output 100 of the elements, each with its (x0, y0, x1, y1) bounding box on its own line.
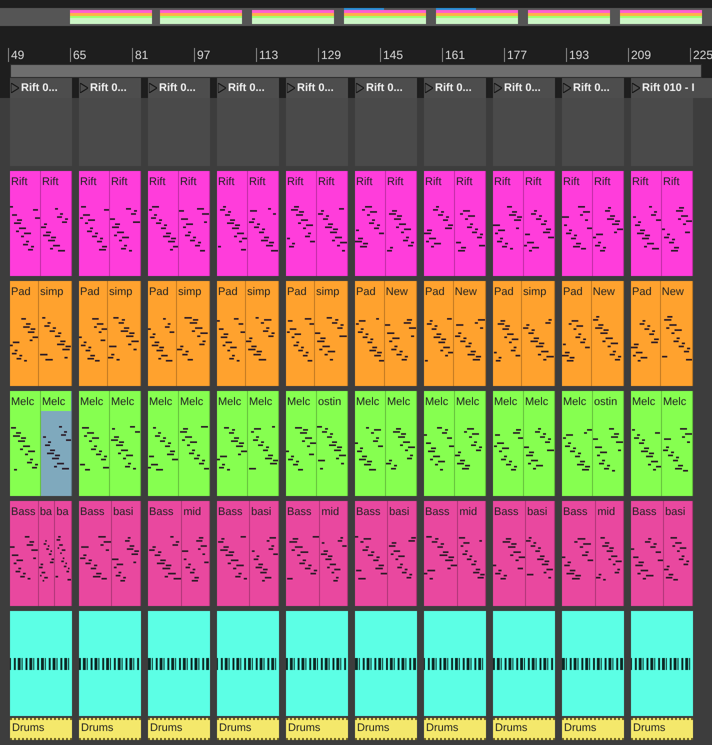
drum-clip[interactable] (217, 611, 279, 716)
midi-clip[interactable]: Bass (562, 501, 596, 606)
midi-clip[interactable]: simp (246, 281, 279, 386)
midi-clip[interactable]: Pad (286, 281, 316, 386)
midi-clip[interactable]: Bass (493, 501, 526, 606)
midi-clip[interactable]: basi (388, 501, 417, 606)
midi-clip[interactable]: Rift (386, 171, 417, 276)
drum-clip[interactable] (79, 611, 141, 716)
midi-clip[interactable]: Pad (355, 281, 385, 386)
midi-clip[interactable]: New (384, 281, 417, 386)
drum-clip-label[interactable]: Drums (286, 718, 348, 740)
midi-clip[interactable]: Melc (662, 391, 693, 496)
locator-marker[interactable]: Rift 0... (562, 78, 624, 98)
drum-clip-label[interactable]: Drums (562, 718, 624, 740)
locator-marker[interactable]: Rift 0... (10, 78, 72, 98)
midi-clip[interactable]: simp (522, 281, 555, 386)
drum-clip[interactable] (355, 611, 417, 716)
midi-clip[interactable]: Melc (217, 391, 248, 496)
midi-clip[interactable]: Bass (10, 501, 39, 606)
midi-clip[interactable]: Rift (631, 171, 662, 276)
locator-marker[interactable]: Rift 010 - I (631, 78, 712, 98)
midi-clip[interactable]: Rift (662, 171, 693, 276)
drum-clip-label[interactable]: Drums (217, 718, 279, 740)
midi-clip[interactable]: Melc (386, 391, 417, 496)
midi-clip[interactable]: simp (177, 281, 210, 386)
midi-clip[interactable]: Melc (286, 391, 317, 496)
midi-clip[interactable]: ba (55, 501, 72, 606)
midi-clip[interactable]: Rift (524, 171, 555, 276)
drum-clip[interactable] (10, 611, 72, 716)
locator-marker[interactable]: Rift 0... (355, 78, 417, 98)
midi-clip[interactable]: Rift (424, 171, 455, 276)
midi-clip[interactable]: Melc (562, 391, 593, 496)
midi-clip[interactable]: Rift (562, 171, 593, 276)
locator-marker[interactable]: Rift 0... (148, 78, 210, 98)
midi-clip[interactable]: Bass (631, 501, 664, 606)
midi-clip[interactable]: Bass (424, 501, 458, 606)
overview-drawing[interactable] (0, 8, 712, 26)
midi-clip[interactable]: Rift (317, 171, 348, 276)
midi-clip[interactable]: Melc (355, 391, 386, 496)
locator-marker[interactable]: Rift 0... (493, 78, 555, 98)
midi-clip[interactable]: Bass (148, 501, 182, 606)
midi-clip[interactable]: Melc (493, 391, 524, 496)
midi-clip[interactable]: Pad (631, 281, 661, 386)
midi-clip[interactable]: simp (315, 281, 348, 386)
midi-clip[interactable]: Pad (424, 281, 454, 386)
midi-clip[interactable]: simp (39, 281, 72, 386)
locator-marker[interactable]: Rift 0... (217, 78, 279, 98)
midi-clip[interactable]: Rift (79, 171, 110, 276)
midi-clip[interactable]: Rift (355, 171, 386, 276)
drum-clip-label[interactable]: Drums (631, 718, 693, 740)
midi-clip[interactable]: Bass (355, 501, 388, 606)
midi-clip[interactable]: Rift (593, 171, 624, 276)
midi-clip[interactable]: Melc (41, 391, 72, 496)
midi-clip[interactable]: mid (182, 501, 210, 606)
locator-marker[interactable]: Rift 0... (286, 78, 348, 98)
midi-clip[interactable]: New (592, 281, 624, 386)
midi-clip[interactable]: basi (250, 501, 279, 606)
loop-brace-bar[interactable] (10, 64, 702, 78)
locator-marker[interactable]: Rift 0... (424, 78, 486, 98)
midi-clip[interactable]: Melc (10, 391, 41, 496)
midi-clip[interactable]: simp (108, 281, 141, 386)
midi-clip[interactable]: Pad (493, 281, 522, 386)
midi-clip[interactable]: Melc (179, 391, 210, 496)
midi-clip[interactable]: Rift (41, 171, 72, 276)
midi-clip[interactable]: Pad (562, 281, 592, 386)
midi-clip[interactable]: New (454, 281, 486, 386)
midi-clip[interactable]: Melc (148, 391, 179, 496)
midi-clip[interactable]: Melc (524, 391, 555, 496)
drum-clip-label[interactable]: Drums (10, 718, 72, 740)
midi-clip[interactable]: ba (38, 501, 56, 606)
midi-clip[interactable]: Pad (148, 281, 178, 386)
drum-clip-label[interactable]: Drums (148, 718, 210, 740)
midi-clip[interactable]: Pad (10, 281, 40, 386)
drum-clip-label[interactable]: Drums (355, 718, 417, 740)
midi-clip[interactable]: Melc (631, 391, 662, 496)
midi-clip[interactable]: mid (458, 501, 486, 606)
midi-clip[interactable]: basi (664, 501, 693, 606)
drum-clip[interactable] (424, 611, 486, 716)
midi-clip[interactable]: Rift (286, 171, 317, 276)
midi-clip[interactable]: Melc (248, 391, 279, 496)
midi-clip[interactable]: Bass (217, 501, 250, 606)
midi-clip[interactable]: Pad (217, 281, 246, 386)
midi-clip[interactable]: New (660, 281, 693, 386)
drum-clip[interactable] (631, 611, 693, 716)
midi-clip[interactable]: Rift (179, 171, 210, 276)
midi-clip[interactable]: ostin (317, 391, 348, 496)
midi-clip[interactable]: Rift (217, 171, 248, 276)
midi-clip[interactable]: basi (526, 501, 555, 606)
drum-clip[interactable] (562, 611, 624, 716)
midi-clip[interactable]: mid (320, 501, 348, 606)
midi-clip[interactable]: basi (112, 501, 141, 606)
drum-clip[interactable] (286, 611, 348, 716)
midi-clip[interactable]: Melc (455, 391, 486, 496)
drum-clip[interactable] (493, 611, 555, 716)
locator-marker[interactable]: Rift 0... (79, 78, 141, 98)
midi-clip[interactable]: Melc (424, 391, 455, 496)
drum-clip[interactable] (148, 611, 210, 716)
drum-clip-label[interactable]: Drums (493, 718, 555, 740)
midi-clip[interactable]: Rift (148, 171, 179, 276)
midi-clip[interactable]: Melc (79, 391, 110, 496)
